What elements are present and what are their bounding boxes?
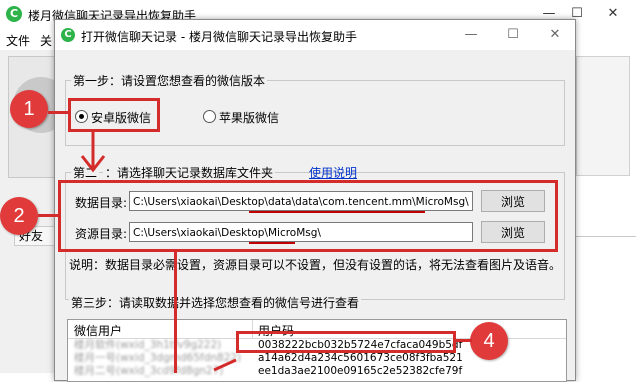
connector-line-4 [456,339,472,342]
connector-line-step3 [174,252,177,373]
connector-line-1 [48,111,68,114]
table-row[interactable]: 楼月二号(wxid_3cd9fd8gn27) ee1da3ae2100e0916… [68,365,566,378]
user-name-cell: 楼月二号(wxid_3cd9fd8gn27) [74,365,224,377]
down-arrow-icon [80,130,106,173]
step-badge-2: 2 [0,197,38,235]
menu-about[interactable]: 关 [40,32,52,49]
help-link[interactable]: 使用说明 [309,164,357,181]
dialog-title: 打开微信聊天记录 - 楼月微信聊天记录导出恢复助手 [81,30,357,44]
step2-label-right: ：请选择聊天记录数据库文件夹 [103,164,276,181]
step-badge-4: 4 [470,322,508,360]
user-code-cell: ee1da3ae2100e09165c2e52382cfe79f [258,365,463,377]
step3-label: 第三步：请读取数据并选择您想查看的微信号进行查看 [69,294,362,311]
app-logo-icon: C [61,28,75,42]
close-button[interactable]: ✕ [602,4,624,24]
highlight-box-step4 [236,331,456,353]
column-header-user[interactable]: 微信用户 [74,322,122,339]
menu-file[interactable]: 文件 [6,32,30,49]
dialog-maximize-button[interactable]: ☐ [501,24,525,46]
highlight-box-step2 [58,180,558,252]
step-badge-1: 1 [10,90,48,128]
user-code-cell: a14a62d4a234c5601673ce08f3fba521 [258,352,463,364]
highlight-box-step1 [68,98,160,132]
user-name-cell: 楼月软件(wxid_3h1tfv9g222) [74,339,222,351]
dialog-close-button[interactable]: ✕ [543,24,567,46]
iphone-radio[interactable] [203,110,216,123]
app-logo-icon: C [6,6,22,22]
step1-label: 第一步：请设置您想查看的微信版本 [71,72,268,89]
iphone-radio-label[interactable]: 苹果版微信 [219,109,279,126]
dialog-minimize-button[interactable]: — [459,24,483,46]
right-arrow-icon [213,358,237,372]
connector-line-2 [38,214,58,217]
right-preview-box [576,56,630,176]
divider [576,236,636,237]
dir-note: 说明：数据目录必需设置，资源目录可以不设置，但没有设置的话，将无法查看图片及语音… [69,258,562,272]
right-panel [568,50,640,373]
dialog-titlebar: C 打开微信聊天记录 - 楼月微信聊天记录导出恢复助手 — ☐ ✕ [55,20,575,50]
